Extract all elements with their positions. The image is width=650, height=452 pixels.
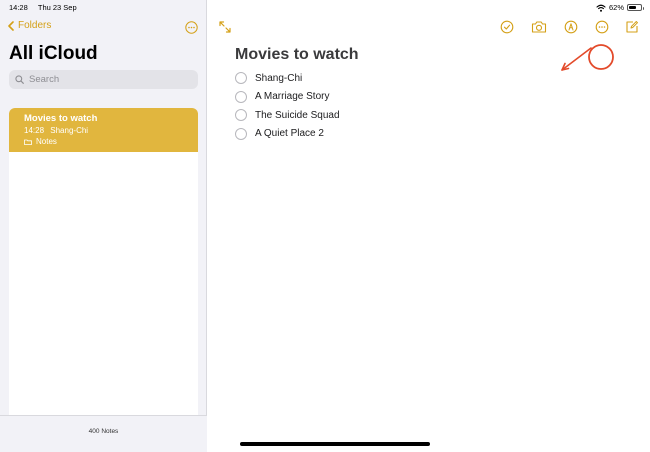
folders-back-label: Folders — [18, 20, 52, 31]
checklist-item-text[interactable]: Shang-Chi — [255, 73, 302, 84]
notes-count: 400 Notes — [88, 428, 119, 435]
more-circle-icon — [185, 21, 198, 34]
note-card-meta: 14:28 Shang-Chi — [24, 126, 198, 135]
checkbox-circle[interactable] — [235, 127, 247, 140]
note-list-item-selected[interactable]: Movies to watch 14:28 Shang-Chi Notes — [9, 108, 198, 152]
checklist-item: A Marriage Story — [235, 88, 340, 107]
checkbox-circle[interactable] — [235, 72, 247, 85]
status-date: Thu 23 Sep — [37, 3, 77, 12]
search-icon — [15, 75, 24, 84]
sidebar-title: All iCloud — [9, 43, 98, 64]
checklist: Shang-Chi A Marriage Story The Suicide S… — [235, 69, 340, 143]
sidebar-footer: 400 Notes — [0, 415, 207, 452]
checklist-item: A Quiet Place 2 — [235, 125, 340, 144]
note-list: Movies to watch 14:28 Shang-Chi Notes — [9, 108, 198, 415]
annotation-highlight-icon — [561, 44, 614, 71]
status-bar-left: 14:28 Thu 23 Sep — [9, 3, 77, 12]
checklist-icon — [500, 20, 514, 34]
checkbox-circle[interactable] — [235, 109, 247, 122]
note-editor: 62% Movies to watch Shang-Chi A Marriage… — [208, 0, 650, 452]
expand-icon — [219, 21, 231, 33]
folder-icon — [24, 139, 32, 145]
note-title[interactable]: Movies to watch — [235, 46, 359, 64]
status-time: 14:28 — [9, 3, 28, 12]
checklist-item-text[interactable]: A Quiet Place 2 — [255, 128, 324, 139]
checklist-item: The Suicide Squad — [235, 106, 340, 125]
battery-icon — [627, 4, 644, 11]
note-card-folder: Notes — [24, 137, 198, 146]
note-card-folder-label: Notes — [36, 137, 57, 146]
checklist-item: Shang-Chi — [235, 69, 340, 88]
checklist-button[interactable] — [498, 18, 516, 36]
battery-percent: 62% — [608, 3, 624, 12]
sidebar: 14:28 Thu 23 Sep Folders All iCloud Sear… — [0, 0, 207, 452]
expand-button[interactable] — [216, 18, 234, 36]
checklist-item-text[interactable]: The Suicide Squad — [255, 110, 340, 121]
camera-button[interactable] — [530, 18, 548, 36]
note-card-preview: Shang-Chi — [50, 126, 89, 135]
search-placeholder: Search — [29, 74, 60, 85]
camera-icon — [531, 21, 547, 33]
chevron-left-icon — [8, 20, 14, 31]
home-indicator[interactable] — [240, 442, 430, 446]
folders-back-button[interactable]: Folders — [8, 20, 51, 31]
wifi-icon — [596, 4, 606, 12]
note-card-time: 14:28 — [24, 126, 45, 135]
search-input[interactable]: Search — [9, 70, 198, 89]
note-card-title: Movies to watch — [24, 113, 98, 124]
status-bar-right: 62% — [596, 3, 644, 12]
sidebar-more-button[interactable] — [185, 21, 198, 39]
checkbox-circle[interactable] — [235, 90, 247, 103]
checklist-item-text[interactable]: A Marriage Story — [255, 91, 329, 102]
